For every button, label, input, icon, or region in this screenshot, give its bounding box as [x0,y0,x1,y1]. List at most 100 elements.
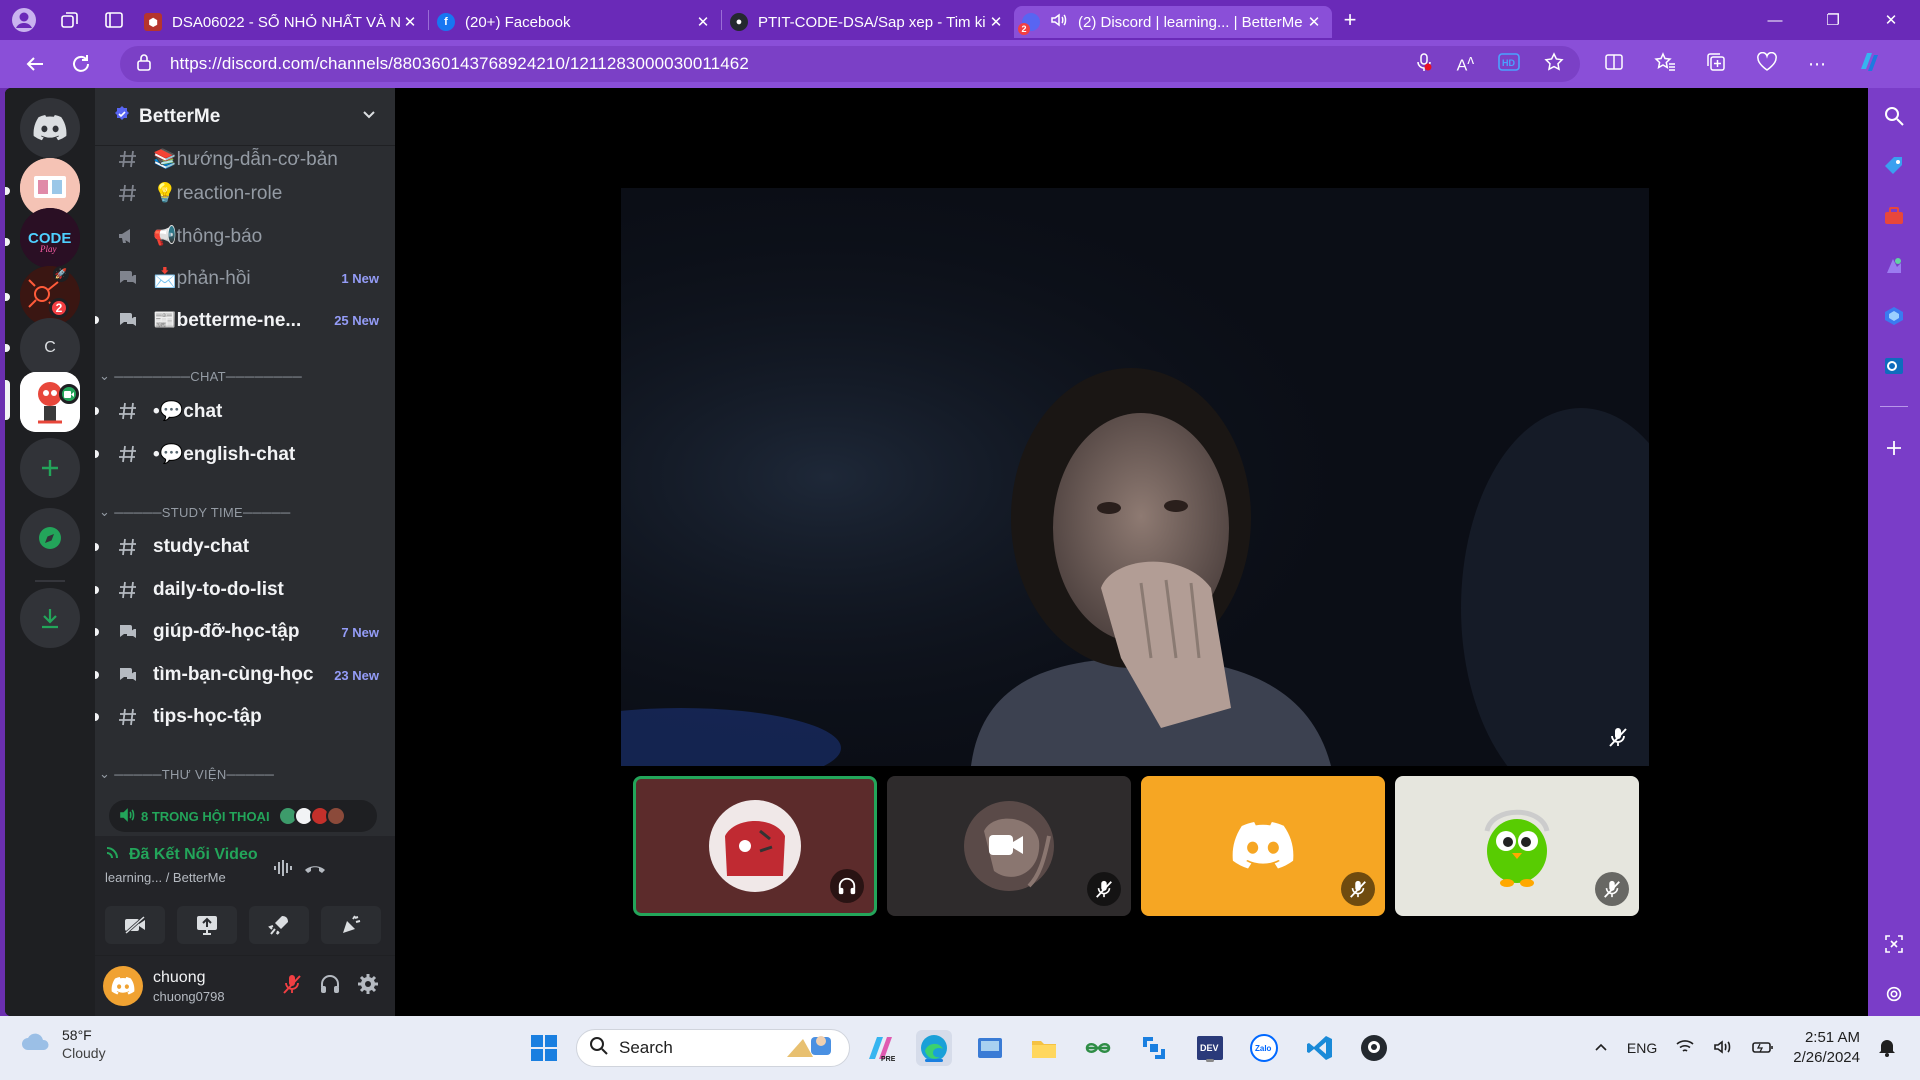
hd-icon[interactable]: HD [1498,52,1520,76]
avatar[interactable] [103,966,143,1006]
edge-app-icon[interactable] [916,1030,952,1066]
add-sidebar-app-icon[interactable] [1880,434,1908,462]
restore-icon[interactable]: ❐ [1804,0,1862,40]
back-button[interactable] [12,44,58,84]
gear-icon[interactable] [357,973,379,1000]
home-button[interactable] [20,98,80,158]
wifi-icon[interactable] [1675,1039,1695,1058]
channel-item[interactable]: tìm-bạn-cùng-học 23 New [95,656,387,694]
minimize-icon[interactable]: — [1746,0,1804,40]
close-tab-icon[interactable]: ✕ [400,13,420,31]
file-explorer-icon[interactable] [1026,1030,1062,1066]
voice-status[interactable]: Đã Kết Nối Video [105,844,258,865]
close-window-icon[interactable]: ✕ [1862,0,1920,40]
participant-tile-owl[interactable] [1395,776,1639,916]
channel-item[interactable]: 📰betterme-ne... 25 New [95,301,387,339]
channel-item[interactable]: •💬chat [95,392,387,430]
outlook-icon[interactable] [1880,352,1908,380]
github-desktop-icon[interactable] [1356,1030,1392,1066]
voice-location[interactable]: learning... / BetterMe [105,870,226,885]
taskbar-search[interactable]: Search [576,1029,850,1067]
search-icon[interactable] [1880,102,1908,130]
battery-icon[interactable] [1751,1039,1775,1058]
language-indicator[interactable]: ENG [1627,1040,1657,1056]
lock-icon[interactable] [136,53,152,76]
channel-item[interactable]: 💡reaction-role [103,174,387,212]
favorite-star-icon[interactable] [1544,51,1564,77]
activity-button[interactable] [249,906,309,944]
refresh-button[interactable] [58,44,104,84]
weather-widget[interactable]: 58°F Cloudy [20,1026,106,1062]
url-field[interactable]: https://discord.com/channels/88036014376… [120,46,1580,82]
explore-servers-button[interactable] [20,508,80,568]
add-server-button[interactable] [20,438,80,498]
server-network[interactable] [20,266,80,326]
clock[interactable]: 2:51 AM 2/26/2024 [1793,1028,1860,1068]
tab-github[interactable]: ● PTIT-CODE-DSA/Sap xep - Tim kiem ✕ [722,6,1014,38]
channel-item[interactable]: tips-học-tập [95,698,387,736]
gear-icon[interactable] [1880,980,1908,1008]
participant-tile-default-avatar[interactable] [1141,776,1385,916]
download-apps-button[interactable] [20,588,80,648]
channel-item[interactable]: 📢thông-báo [103,217,387,255]
speaker-icon[interactable] [1050,11,1068,33]
store-app-icon[interactable] [972,1030,1008,1066]
category-chat[interactable]: ⌄ ────────CHAT──────── [99,368,302,384]
disconnect-button[interactable] [299,852,331,884]
category-thu-vien[interactable]: ⌄ ─────THƯ VIỆN───── [99,766,274,782]
share-screen-button[interactable] [177,906,237,944]
snipping-app-icon[interactable] [1136,1030,1172,1066]
new-tab-button[interactable]: + [1332,4,1368,36]
tab-facebook[interactable]: f (20+) Facebook ✕ [429,6,721,38]
tab-actions-icon[interactable] [92,0,136,40]
category-study-time[interactable]: ⌄ ─────STUDY TIME───── [99,504,291,520]
favorites-icon[interactable] [1654,51,1676,77]
close-tab-icon[interactable]: ✕ [986,13,1006,31]
channel-item[interactable]: daily-to-do-list [95,571,387,609]
channel-item[interactable]: •💬english-chat [95,435,387,473]
close-tab-icon[interactable]: ✕ [1304,13,1324,31]
profile-icon[interactable] [0,0,48,40]
workspaces-icon[interactable] [48,0,92,40]
shopping-tag-icon[interactable] [1880,152,1908,180]
devcpp-app-icon[interactable]: DEV [1192,1030,1228,1066]
more-options-icon[interactable]: ⋯ [1808,54,1826,75]
split-screen-icon[interactable] [1604,52,1624,77]
participant-tile-speaking[interactable] [633,776,877,916]
volume-icon[interactable] [1713,1039,1733,1058]
camera-off-button[interactable] [105,906,165,944]
url-text[interactable]: https://discord.com/channels/88036014376… [170,54,1415,74]
copilot-app-icon[interactable]: PRE [862,1030,898,1066]
copilot-icon[interactable] [1856,49,1882,80]
noise-suppression-button[interactable] [267,852,299,884]
geeksforgeeks-icon[interactable] [1080,1030,1116,1066]
voice-activity-pill[interactable]: 8 TRONG HỘI THOẠI [109,800,377,832]
server-code[interactable]: CODE Play [20,208,80,268]
notification-bell-icon[interactable] [1878,1037,1896,1060]
mic-muted-icon[interactable] [281,973,303,1000]
server-header[interactable]: BetterMe [95,88,395,146]
tools-icon[interactable] [1880,202,1908,230]
screenshot-icon[interactable] [1880,930,1908,958]
channel-item[interactable]: giúp-đỡ-học-tập 7 New [95,613,387,651]
tab-dsa[interactable]: ⬢ DSA06022 - SỐ NHỎ NHẤT VÀ NHỎ THỨ HAI … [136,6,428,38]
channel-item[interactable]: 📩phản-hồi 1 New [103,259,387,297]
channel-item[interactable]: study-chat [95,528,387,566]
chevron-down-icon[interactable] [361,106,377,128]
tab-discord[interactable]: 2 (2) Discord | learning... | BetterMe ✕ [1014,6,1332,38]
start-button[interactable] [526,1030,562,1066]
chevron-up-icon[interactable] [1593,1039,1609,1058]
games-icon[interactable] [1880,252,1908,280]
collections-icon[interactable] [1706,52,1726,77]
participant-tile-camera-off[interactable] [887,776,1131,916]
user-info[interactable]: chuong chuong0798 [153,969,281,1004]
soundboard-button[interactable] [321,906,381,944]
browser-essentials-icon[interactable] [1756,51,1778,77]
microphone-blocked-icon[interactable] [1415,52,1433,77]
close-tab-icon[interactable]: ✕ [693,13,713,31]
vscode-app-icon[interactable] [1302,1030,1338,1066]
copilot-sidebar-icon[interactable] [1880,302,1908,330]
zalo-app-icon[interactable]: Zalo [1246,1030,1282,1066]
headphones-icon[interactable] [319,973,341,1000]
server-c[interactable]: C [20,318,80,378]
